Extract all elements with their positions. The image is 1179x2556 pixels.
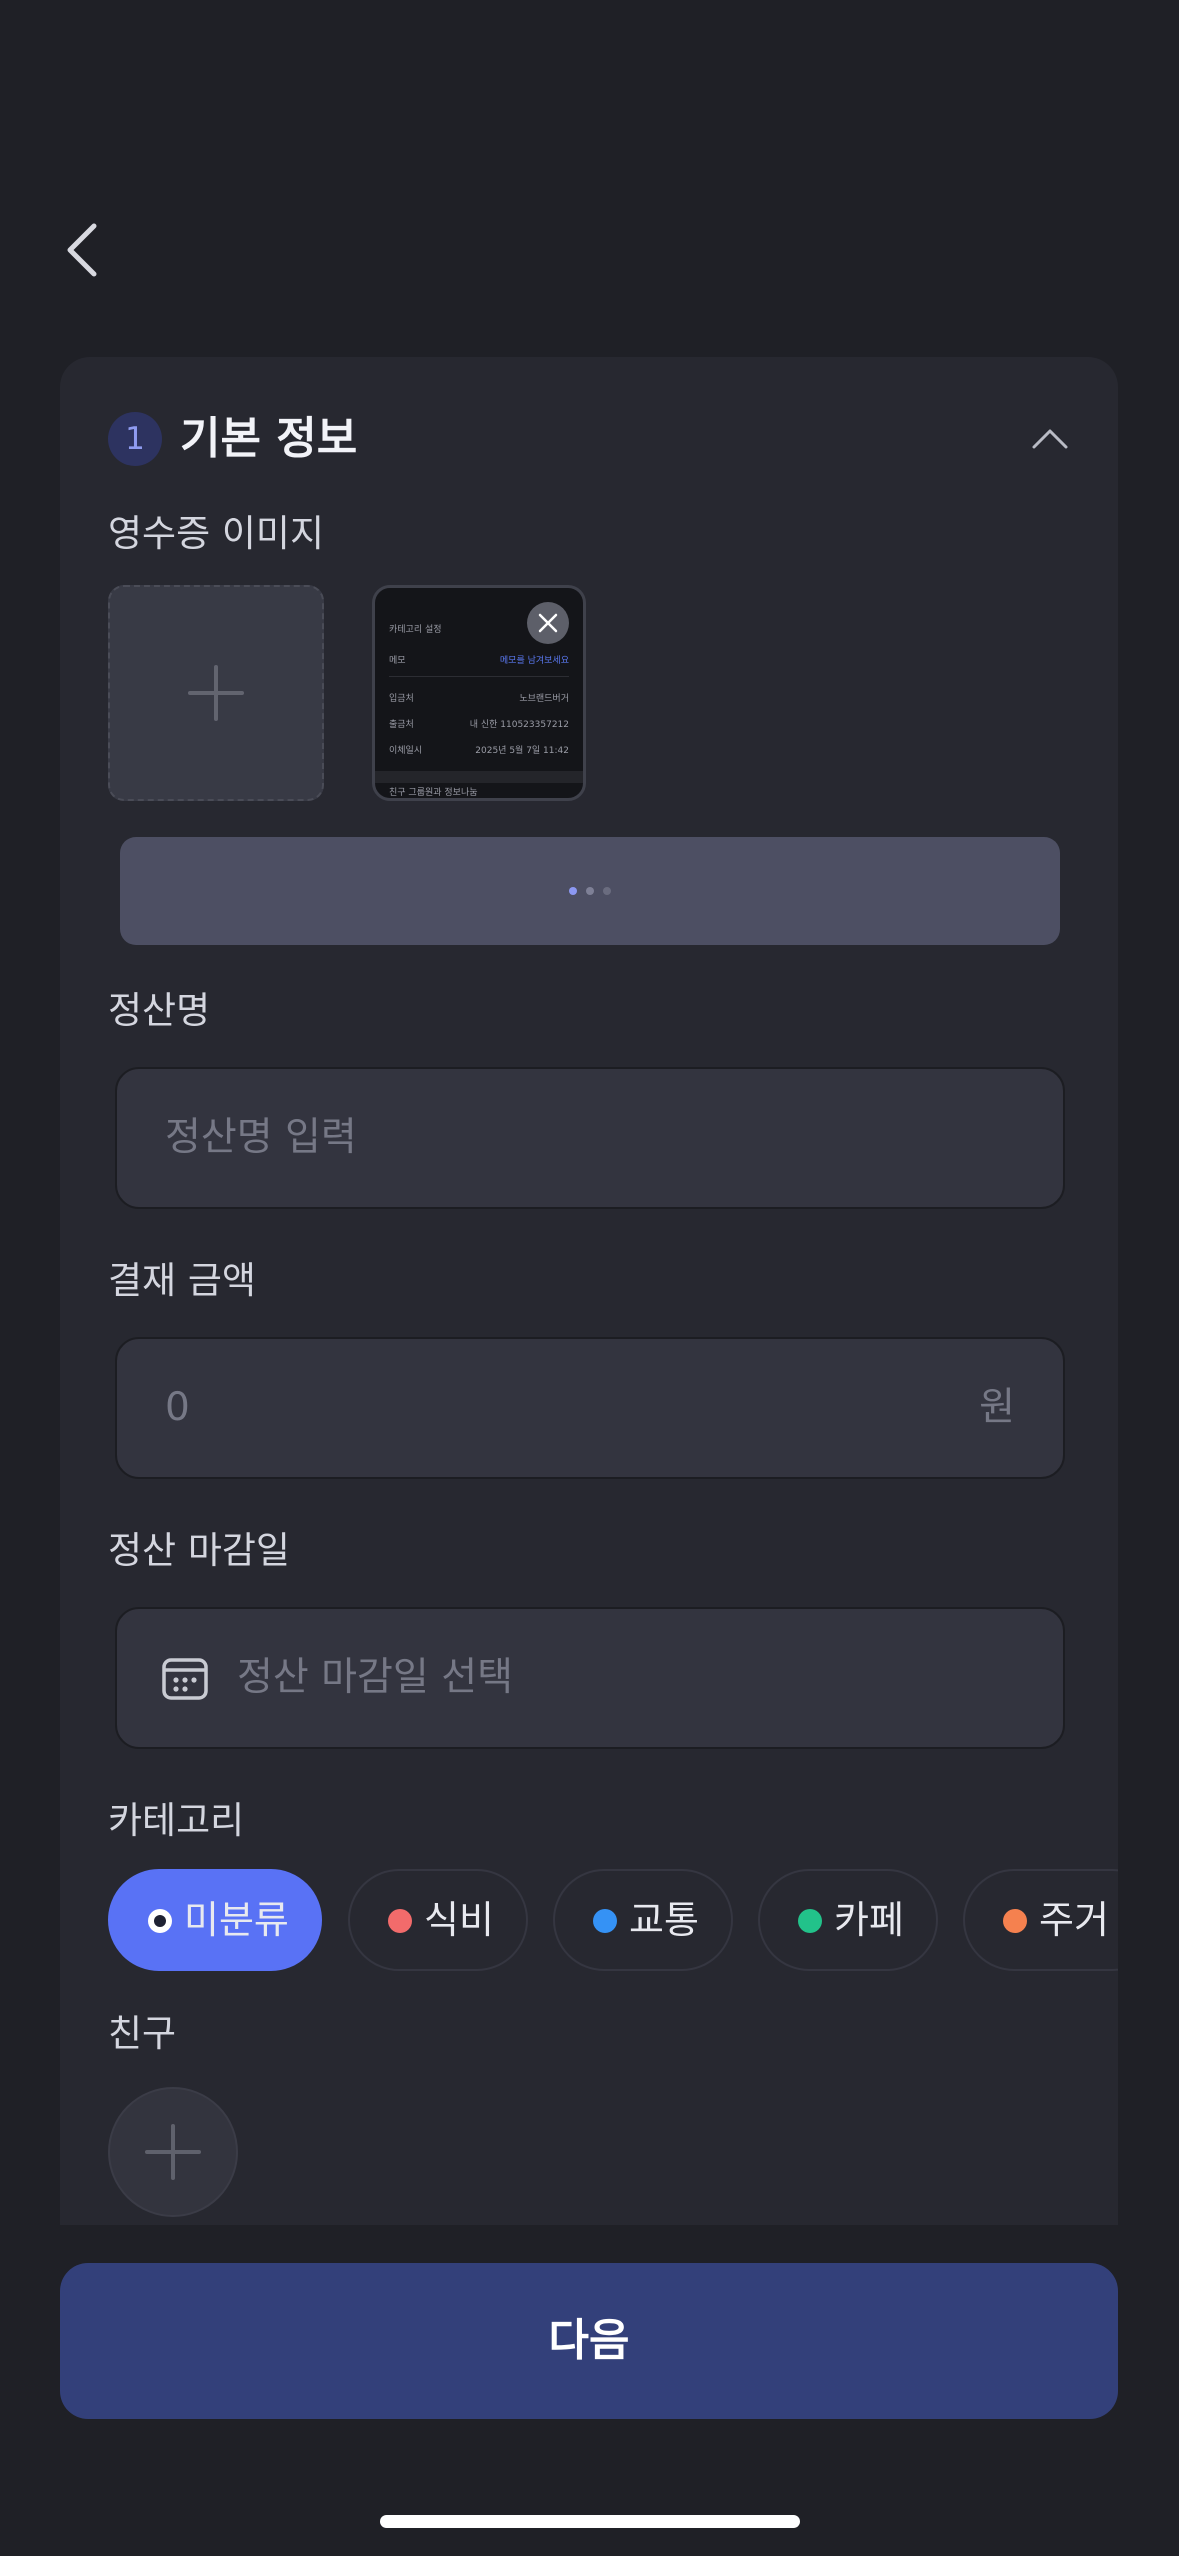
settlement-name-input[interactable]: 정산명 입력: [115, 1067, 1065, 1209]
category-color-dot: [593, 1909, 617, 1933]
amount-placeholder: 0: [165, 1385, 190, 1430]
thumbnail-row: 출금처 내 신한 110523357212: [389, 720, 569, 730]
category-chip-uncategorized[interactable]: 미분류: [108, 1869, 322, 1971]
pager-dot-active: [569, 887, 577, 895]
currency-unit: 원: [979, 1385, 1015, 1430]
category-label: 카테고리: [108, 1799, 245, 1842]
category-chip-food[interactable]: 식비: [348, 1869, 528, 1971]
receipt-image-label: 영수증 이미지: [108, 512, 325, 555]
basic-info-card: 1 기본 정보 영수증 이미지 카테고리 설정 메모 메모를 남겨보세요 입금처…: [60, 357, 1118, 2225]
receipt-thumbnail[interactable]: 카테고리 설정 메모 메모를 남겨보세요 입금처 노브랜드버거 출금처 내 신한…: [372, 585, 586, 801]
category-chip-label: 미분류: [184, 1898, 289, 1942]
add-receipt-image-button[interactable]: [108, 585, 324, 801]
amount-label: 결재 금액: [108, 1259, 256, 1302]
collapse-button[interactable]: [1030, 419, 1070, 459]
next-button[interactable]: 다음: [60, 2263, 1118, 2419]
chevron-up-icon: [1032, 429, 1068, 449]
thumbnail-divider: [389, 676, 569, 677]
category-color-dot: [1003, 1909, 1027, 1933]
category-chip-label: 주거: [1039, 1898, 1109, 1942]
thumbnail-divider: [375, 771, 583, 783]
plus-icon: [188, 665, 244, 721]
image-pager[interactable]: [120, 837, 1060, 945]
category-chip-label: 카페: [834, 1898, 904, 1942]
category-chip-housing[interactable]: 주거: [963, 1869, 1118, 1971]
back-arrow-icon: [67, 223, 97, 277]
pager-dot: [586, 887, 594, 895]
deadline-label: 정산 마감일: [108, 1529, 290, 1572]
section-header[interactable]: 1 기본 정보: [108, 409, 1070, 469]
pager-dot: [603, 887, 611, 895]
section-title: 기본 정보: [180, 413, 358, 464]
add-friend-button[interactable]: [108, 2087, 238, 2217]
home-indicator: [380, 2515, 800, 2528]
friends-label: 친구: [108, 2012, 177, 2055]
back-button[interactable]: [60, 222, 110, 278]
category-chip-cafe[interactable]: 카페: [758, 1869, 938, 1971]
settlement-name-label: 정산명: [108, 989, 211, 1032]
thumbnail-row: 이체일시 2025년 5월 7일 11:42: [389, 746, 569, 756]
thumbnail-row: 입금처 노브랜드버거: [389, 694, 569, 704]
category-chip-transport[interactable]: 교통: [553, 1869, 733, 1971]
deadline-picker[interactable]: 정산 마감일 선택: [115, 1607, 1065, 1749]
calendar-icon: [162, 1658, 208, 1700]
thumbnail-footer: 친구 그룹원과 정보나눔: [389, 788, 478, 798]
category-chip-label: 교통: [629, 1898, 699, 1942]
plus-icon: [145, 2124, 201, 2180]
remove-image-button[interactable]: [527, 602, 569, 644]
category-color-dot: [798, 1909, 822, 1933]
amount-input[interactable]: 0 원: [115, 1337, 1065, 1479]
thumbnail-row: 메모 메모를 남겨보세요: [389, 656, 569, 666]
category-color-dot: [148, 1909, 172, 1933]
category-chip-label: 식비: [424, 1898, 494, 1942]
category-color-dot: [388, 1909, 412, 1933]
settlement-name-placeholder: 정산명 입력: [165, 1115, 357, 1160]
step-badge: 1: [108, 412, 162, 466]
close-icon: [538, 613, 558, 633]
deadline-placeholder: 정산 마감일 선택: [237, 1655, 513, 1700]
